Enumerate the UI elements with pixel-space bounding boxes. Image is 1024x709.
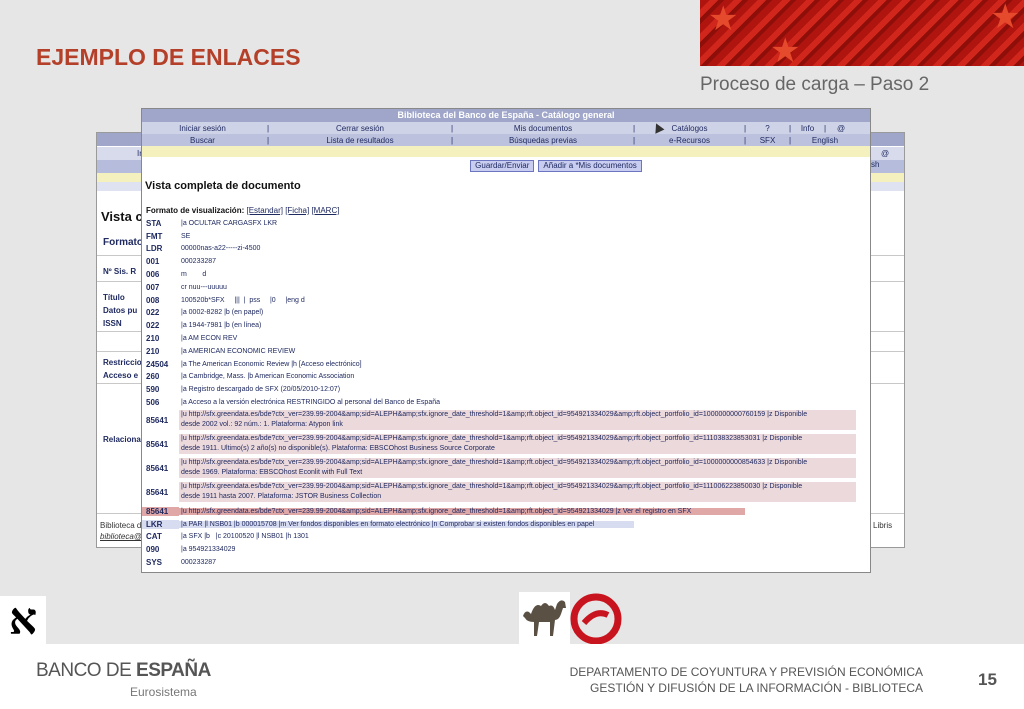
table-row: 090 |a 954921334029	[146, 545, 236, 555]
nav-cerrar-sesion[interactable]: Cerrar sesión	[273, 124, 447, 133]
format-marc-link[interactable]: [MARC]	[311, 206, 339, 215]
holdings-link[interactable]: |a PAR |l NSB01 |b 000015708 |m Ver fond…	[179, 520, 634, 528]
bank-logo: BANCO DE ESPAÑA	[36, 660, 211, 681]
catalog-window: Biblioteca del Banco de España - Catálog…	[141, 108, 871, 573]
bg-format-label: Formato	[103, 237, 143, 248]
marc-record: STA |a OCULTAR CARGASFX LKR FMT SE LDR 0000…	[142, 217, 870, 569]
bg-label: ISSN	[103, 319, 122, 328]
bg-label: Nº Sis. R	[103, 267, 137, 276]
bg-label: Datos pu	[103, 306, 138, 315]
bg-label: Restriccio	[103, 358, 142, 367]
sfx-link[interactable]: |u http://sfx.greendata.es/bde?ctx_ver=2…	[181, 483, 802, 490]
catalog-window-title: Biblioteca del Banco de España - Catálog…	[142, 109, 870, 122]
table-row: 85641 |u http://sfx.greendata.es/bde?ctx_…	[142, 409, 870, 432]
star-icon: ★	[770, 31, 801, 66]
nav-lista-resultados[interactable]: Lista de resultados	[273, 136, 447, 145]
star-icon: ★	[990, 0, 1021, 37]
nav-buscar[interactable]: Buscar	[142, 136, 263, 145]
document-title: Vista completa de documento	[145, 180, 301, 192]
table-row: LKR |a PAR |l NSB01 |b 000015708 |m Ver f…	[142, 518, 870, 531]
sfx-link[interactable]: |u http://sfx.greendata.es/bde?ctx_ver=2…	[181, 459, 807, 466]
sfx-link[interactable]: |u http://sfx.greendata.es/bde?ctx_ver=2…	[181, 435, 802, 442]
top-nav: Iniciar sesión | Cerrar sesión | Mis doc…	[142, 122, 870, 134]
table-row: 506 |a Acceso a la versión electrónica RE…	[146, 398, 441, 408]
table-row: STA |a OCULTAR CARGASFX LKR	[146, 218, 278, 228]
table-row: 008 100520b*SFX ||| | pss |0 |eng d	[146, 295, 305, 305]
bank-subtitle: Eurosistema	[130, 685, 197, 699]
table-row: 210 |a AMERICAN ECONOMIC REVIEW	[146, 346, 296, 356]
camel-logo-icon	[519, 592, 570, 645]
nav-mis-documentos[interactable]: Mis documentos	[457, 124, 629, 133]
sfx-logo-icon	[570, 593, 622, 645]
slide-subtitle: Proceso de carga – Paso 2	[700, 74, 930, 95]
table-row: 022 |a 0002-8282 |b (en papel)	[146, 308, 264, 318]
nav-sfx[interactable]: SFX	[750, 136, 785, 145]
table-row: LDR 00000nas-a22-----zi-4500	[146, 244, 261, 254]
format-standard-link[interactable]: [Estandar]	[246, 206, 282, 215]
header-photo: ★ ★ ★	[700, 0, 1024, 66]
bg-nav-fragment: @	[881, 149, 890, 158]
aleph-logo-icon: א	[0, 596, 46, 644]
table-row: 85641 |u http://sfx.greendata.es/bde?ctx_…	[142, 505, 870, 518]
department-info: DEPARTAMENTO DE COYUNTURA Y PREVISIÓN EC…	[569, 665, 923, 695]
table-row: 85641 |u http://sfx.greendata.es/bde?ctx_…	[142, 457, 870, 480]
format-label: Formato de visualización:	[146, 206, 245, 215]
bg-footer-email: biblioteca@	[100, 532, 142, 541]
page-number: 15	[978, 670, 997, 689]
second-nav: Buscar | Lista de resultados | Búsquedas…	[142, 134, 870, 146]
nav-email[interactable]: @	[830, 124, 852, 133]
nav-english[interactable]: English	[795, 136, 855, 145]
star-icon: ★	[708, 0, 739, 39]
bg-nav-fragment: sh	[871, 160, 880, 169]
nav-busquedas-previas[interactable]: Búsquedas previas	[457, 136, 629, 145]
bg-footer-right: Libris	[873, 521, 893, 530]
bg-label: Relaciona	[103, 435, 141, 444]
table-row: 210 |a AM ECON REV	[146, 334, 238, 344]
table-row: SYS 000233287	[146, 558, 217, 568]
table-row: 260 |a Cambridge, Mass. |b American Econo…	[146, 372, 355, 382]
bg-label: Título	[103, 293, 125, 302]
table-row: 85641 |u http://sfx.greendata.es/bde?ctx_…	[142, 481, 870, 504]
table-row: 022 |a 1944-7981 |b (en línea)	[146, 321, 262, 331]
nav-info[interactable]: Info	[795, 124, 820, 133]
add-to-my-documents-button[interactable]: Añadir a *Mis documentos	[538, 160, 642, 172]
save-send-button[interactable]: Guardar/Enviar	[470, 160, 535, 172]
nav-e-recursos[interactable]: e-Recursos	[639, 136, 740, 145]
bg-label: Acceso e	[103, 371, 139, 380]
table-row: 006 m d	[146, 270, 207, 280]
table-row: 590 |a Registro descargado de SFX (20/05/…	[146, 385, 341, 395]
table-row: 24504 |a The American Economic Review |h …	[146, 359, 362, 369]
table-row: 007 cr nuu---uuuuu	[146, 282, 227, 292]
table-row: 85641 |u http://sfx.greendata.es/bde?ctx_…	[142, 433, 870, 456]
format-ficha-link[interactable]: [Ficha]	[285, 206, 309, 215]
bg-heading: Vista c	[101, 209, 143, 224]
sfx-record-link[interactable]: |u http://sfx.greendata.es/bde?ctx_ver=2…	[179, 507, 745, 515]
table-row: CAT |a SFX |b |c 20100520 |l NSB01 |h 130…	[146, 532, 309, 542]
action-buttons: Guardar/Enviar Añadir a *Mis documentos	[142, 157, 870, 174]
table-row: 001 000233287	[146, 257, 217, 267]
nav-iniciar-sesion[interactable]: Iniciar sesión	[142, 124, 263, 133]
slide-title: EJEMPLO DE ENLACES	[36, 44, 301, 70]
nav-help[interactable]: ?	[750, 124, 785, 133]
table-row: FMT SE	[146, 231, 191, 241]
sfx-link[interactable]: |u http://sfx.greendata.es/bde?ctx_ver=2…	[181, 411, 807, 418]
bg-footer-text: Biblioteca d	[100, 521, 142, 530]
format-selector: Formato de visualización: [Estandar] [Fi…	[146, 206, 870, 216]
